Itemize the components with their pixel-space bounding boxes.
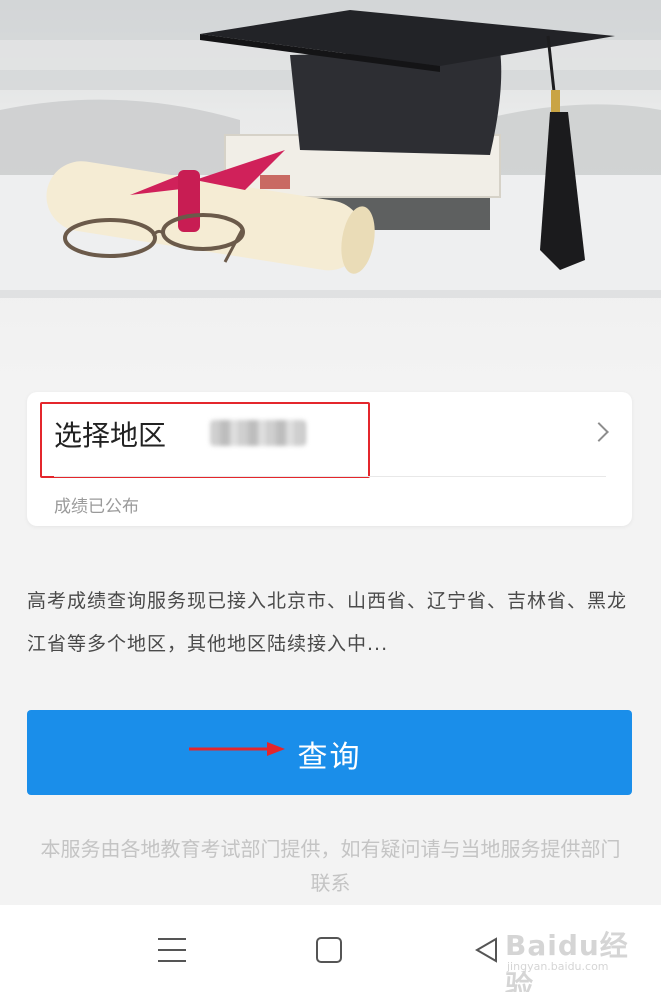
status-text: 成绩已公布	[54, 497, 139, 517]
region-card: 选择地区 成绩已公布	[27, 392, 632, 526]
baidu-watermark: Baidu经验 jingyan.baidu.com	[505, 924, 655, 992]
region-selector[interactable]: 选择地区	[27, 392, 632, 476]
region-value-blurred	[210, 420, 306, 446]
watermark-url: jingyan.baidu.com	[507, 960, 609, 973]
graduation-illustration	[0, 0, 661, 298]
service-description: 高考成绩查询服务现已接入北京市、山西省、辽宁省、吉林省、黑龙江省等多个地区，其他…	[27, 590, 628, 655]
watermark-logo: Baidu经验	[505, 929, 629, 992]
hero-image	[0, 0, 661, 380]
back-icon[interactable]	[474, 937, 500, 963]
divider	[54, 476, 606, 477]
query-button-label: 查询	[297, 740, 362, 775]
menu-icon[interactable]	[158, 938, 186, 962]
query-button[interactable]: 查询	[27, 710, 632, 795]
footer-note: 本服务由各地教育考试部门提供，如有疑问请与当地服务提供部门联系	[40, 837, 621, 895]
home-icon[interactable]	[316, 937, 342, 963]
region-label: 选择地区	[54, 419, 167, 452]
chevron-right-icon	[589, 422, 609, 442]
